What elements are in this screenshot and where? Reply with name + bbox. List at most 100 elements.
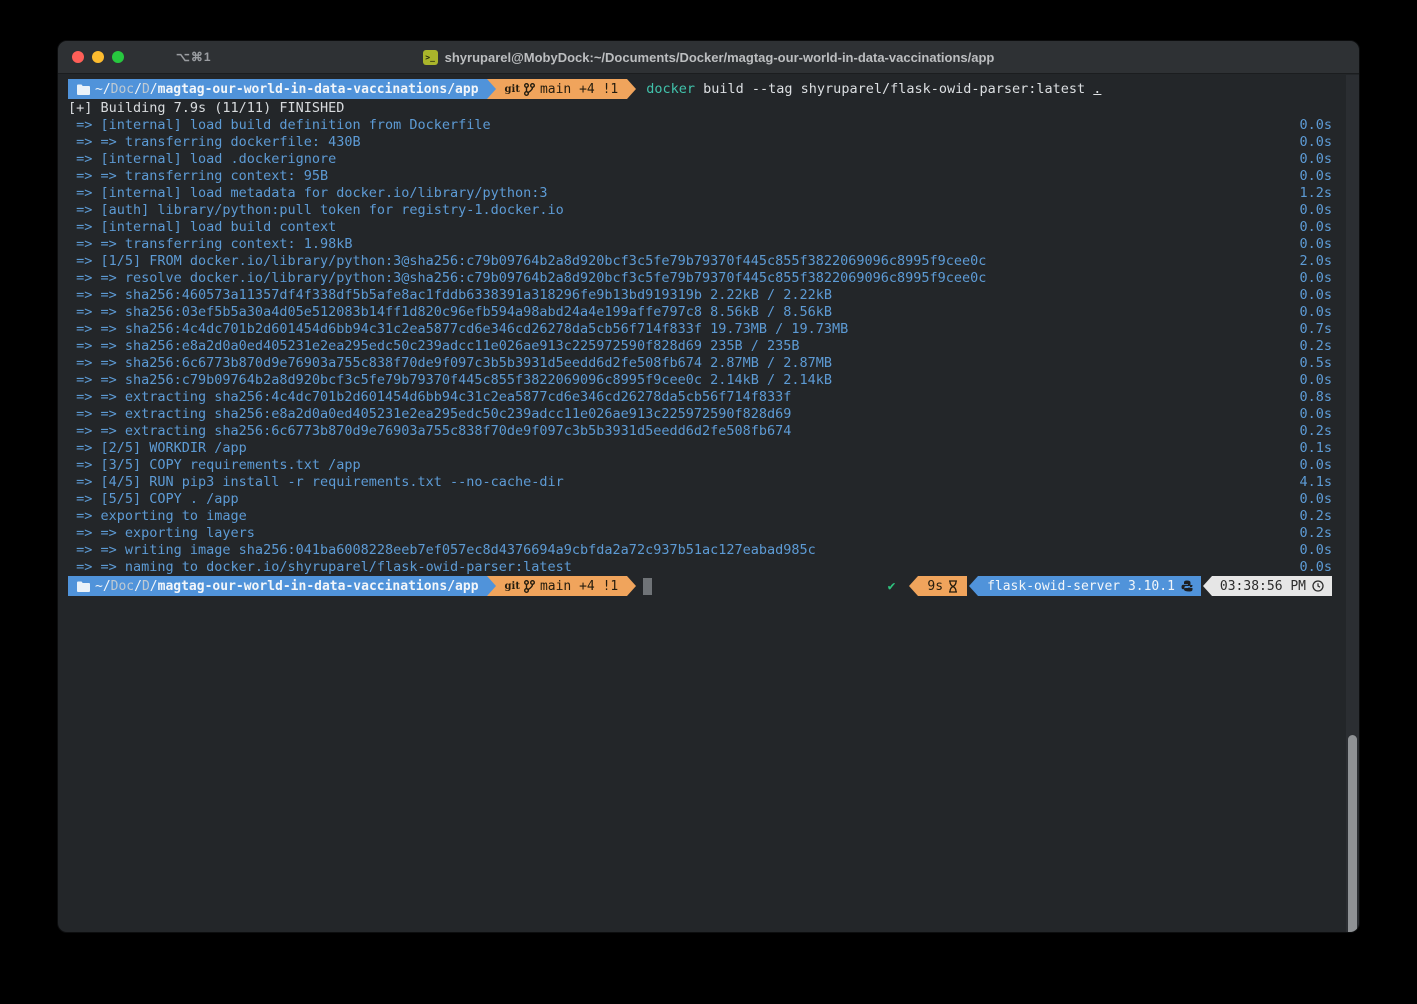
build-step-duration: 0.0s [1299,168,1332,185]
build-output-line: => => exporting layers0.2s [58,525,1359,542]
clock-segment: 03:38:56 PM [1212,576,1332,596]
build-step-duration: 0.0s [1299,236,1332,253]
build-step-text: => => extracting sha256:4c4dc701b2d60145… [68,389,791,406]
build-step-text: => [auth] library/python:pull token for … [68,202,564,219]
command-args: build --tag shyruparel/flask-owid-parser… [695,81,1093,97]
build-step-duration: 0.2s [1299,508,1332,525]
build-step-text: => => sha256:6c6773b870d9e76903a755c838f… [68,355,832,372]
zoom-button[interactable] [112,51,124,63]
powerline-separator [969,576,978,596]
build-output-line: => [2/5] WORKDIR /app 0.1s [58,440,1359,457]
build-step-text: => => sha256:460573a11357df4f338df5b5afe… [68,287,832,304]
path-current-dir: magtag-our-world-in-data-vaccinations/ap… [158,82,479,97]
build-output-line: => => extracting sha256:e8a2d0a0ed405231… [58,406,1359,423]
build-step-duration: 0.0s [1299,304,1332,321]
build-output-line: => => resolve docker.io/library/python:3… [58,270,1359,287]
powerline-separator [1203,576,1212,596]
build-step-duration: 0.0s [1299,117,1332,134]
powerline-separator [627,79,636,99]
build-output-line: => => transferring context: 95B 0.0s [58,168,1359,185]
build-output-line: => [internal] load build definition from… [58,117,1359,134]
powerline-separator [627,576,636,596]
window-title: shyruparel@MobyDock:~/Documents/Docker/m… [445,50,995,65]
right-prompt-status: ✔ 9s flask-owid-server 3.10.1 [888,576,1332,596]
build-step-duration: 0.0s [1299,542,1332,559]
build-output-line: => => naming to docker.io/shyruparel/fla… [58,559,1359,576]
build-output-line: => => sha256:c79b09764b2a8d920bcf3c5fe79… [58,372,1359,389]
titlebar[interactable]: ⌥⌘1 >_ shyruparel@MobyDock:~/Documents/D… [58,41,1359,74]
python-env-name: flask-owid-server 3.10.1 [987,579,1175,594]
powerline-separator [487,576,496,596]
build-output-line: => => sha256:460573a11357df4f338df5b5afe… [58,287,1359,304]
build-output-line: => => extracting sha256:6c6773b870d9e769… [58,423,1359,440]
current-time: 03:38:56 PM [1220,579,1306,594]
build-step-duration: 0.7s [1299,321,1332,338]
git-branch-icon [524,580,535,593]
scrollbar-thumb[interactable] [1348,735,1357,933]
build-step-text: => => transferring context: 95B [68,168,328,185]
build-output-line: => exporting to image 0.2s [58,508,1359,525]
build-summary-line: [+] Building 7.9s (11/11) FINISHED [58,100,1359,117]
powerline-separator [487,79,496,99]
build-step-duration: 0.0s [1299,559,1332,576]
command-duration: 9s [927,579,943,594]
tab-shortcut-hint: ⌥⌘1 [176,50,212,64]
build-step-duration: 0.0s [1299,134,1332,151]
git-logo-icon: git [505,581,520,592]
build-step-text: => [4/5] RUN pip3 install -r requirement… [68,474,564,491]
build-output-line: => => extracting sha256:4c4dc701b2d60145… [58,389,1359,406]
build-output-line: => [1/5] FROM docker.io/library/python:3… [58,253,1359,270]
build-step-duration: 0.5s [1299,355,1332,372]
build-step-duration: 0.1s [1299,440,1332,457]
build-step-text: => => transferring dockerfile: 430B [68,134,361,151]
build-output-line: => [internal] load metadata for docker.i… [58,185,1359,202]
build-step-duration: 0.0s [1299,406,1332,423]
build-output-line: => => sha256:03ef5b5a30a4d05e512083b14ff… [58,304,1359,321]
command-target: . [1093,81,1101,97]
build-step-duration: 0.2s [1299,338,1332,355]
scrollbar-track[interactable] [1346,75,1359,932]
terminal-content[interactable]: ~/Doc/D/magtag-our-world-in-data-vaccina… [58,74,1359,596]
build-step-duration: 0.0s [1299,219,1332,236]
build-step-text: => [1/5] FROM docker.io/library/python:3… [68,253,986,270]
prompt-line-top: ~/Doc/D/magtag-our-world-in-data-vaccina… [58,79,1359,99]
folder-icon [77,84,90,95]
prompt-git-segment: git main +4 !1 [496,576,628,596]
build-step-text: => [internal] load build definition from… [68,117,491,134]
build-step-text: => => writing image sha256:041ba6008228e… [68,542,816,559]
git-status: main +4 !1 [540,82,618,97]
exit-status-check-icon: ✔ [888,579,896,594]
command-input[interactable]: docker build --tag shyruparel/flask-owid… [646,81,1101,97]
build-step-text: => [2/5] WORKDIR /app [68,440,247,457]
build-output-line: => => sha256:4c4dc701b2d601454d6bb94c31c… [58,321,1359,338]
prompt-path-segment: ~/Doc/D/magtag-our-world-in-data-vaccina… [68,79,487,99]
build-output-line: => => transferring dockerfile: 430B 0.0s [58,134,1359,151]
build-output-line: => [auth] library/python:pull token for … [58,202,1359,219]
prompt-git-segment: git main +4 !1 [496,79,628,99]
minimize-button[interactable] [92,51,104,63]
folder-icon [77,581,90,592]
build-step-text: => exporting to image [68,508,247,525]
build-step-text: => [internal] load metadata for docker.i… [68,185,548,202]
build-output-line: => => transferring context: 1.98kB0.0s [58,236,1359,253]
build-step-text: => => exporting layers [68,525,255,542]
build-output-line: => [4/5] RUN pip3 install -r requirement… [58,474,1359,491]
build-step-text: => [internal] load build context [68,219,336,236]
build-step-duration: 0.0s [1299,287,1332,304]
build-output-lines: => [internal] load build definition from… [58,117,1359,576]
python-icon [1181,580,1193,592]
build-step-duration: 0.0s [1299,491,1332,508]
build-step-duration: 0.0s [1299,151,1332,168]
build-output-line: => [3/5] COPY requirements.txt /app0.0s [58,457,1359,474]
build-output-line: => => sha256:6c6773b870d9e76903a755c838f… [58,355,1359,372]
build-step-duration: 1.2s [1299,185,1332,202]
powerline-separator [909,576,918,596]
window-controls [58,51,124,63]
terminal-app-icon: >_ [423,50,438,65]
hourglass-icon [948,580,958,593]
close-button[interactable] [72,51,84,63]
build-output-line: => [5/5] COPY . /app0.0s [58,491,1359,508]
build-step-text: => [3/5] COPY requirements.txt /app [68,457,361,474]
build-step-duration: 0.0s [1299,372,1332,389]
build-output-line: => [internal] load build context 0.0s [58,219,1359,236]
